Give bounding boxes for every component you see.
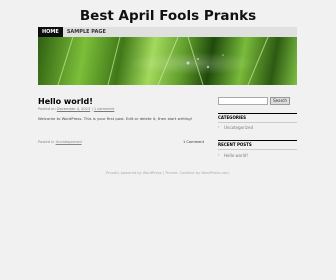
recent-post-link[interactable]: Hello world!: [224, 153, 248, 158]
bullet: ›: [218, 124, 220, 129]
post-comment-count-link[interactable]: 1 Comment: [183, 140, 204, 144]
nav-item-home[interactable]: HOME: [38, 27, 63, 37]
post-category-line: Posted in Uncategorized: [38, 140, 82, 144]
post-meta: Posted on December 4, 2013 | 1 comment: [38, 107, 114, 111]
post-title[interactable]: Hello world!: [38, 97, 93, 106]
site-title[interactable]: Best April Fools Pranks: [0, 8, 336, 24]
search-input[interactable]: [218, 97, 268, 105]
nav-item-sample-page[interactable]: SAMPLE PAGE: [63, 27, 110, 37]
post-meta-prefix: Posted on: [38, 107, 56, 111]
post-body: Welcome to WordPress. This is your first…: [38, 116, 193, 121]
bullet: ›: [218, 152, 220, 157]
main-navigation: HOME SAMPLE PAGE: [38, 27, 297, 37]
post-footer: Posted in Uncategorized 1 Comment: [38, 140, 204, 144]
post-comments-link[interactable]: 1 comment: [94, 107, 115, 111]
category-link[interactable]: Uncategorized: [224, 125, 253, 130]
post-date-link[interactable]: December 4, 2013: [57, 107, 91, 111]
post-footer-prefix: Posted in: [38, 140, 55, 144]
post-category-link[interactable]: Uncategorized: [56, 140, 82, 144]
search-button[interactable]: Search: [270, 97, 290, 105]
site-footer: Proudly powered by WordPress | Theme: Co…: [106, 171, 230, 175]
header-image: [38, 37, 297, 85]
recent-posts-widget-title: RECENT POSTS: [218, 140, 297, 150]
post-meta-separator: |: [91, 107, 93, 111]
categories-widget-title: CATEGORIES: [218, 113, 297, 123]
